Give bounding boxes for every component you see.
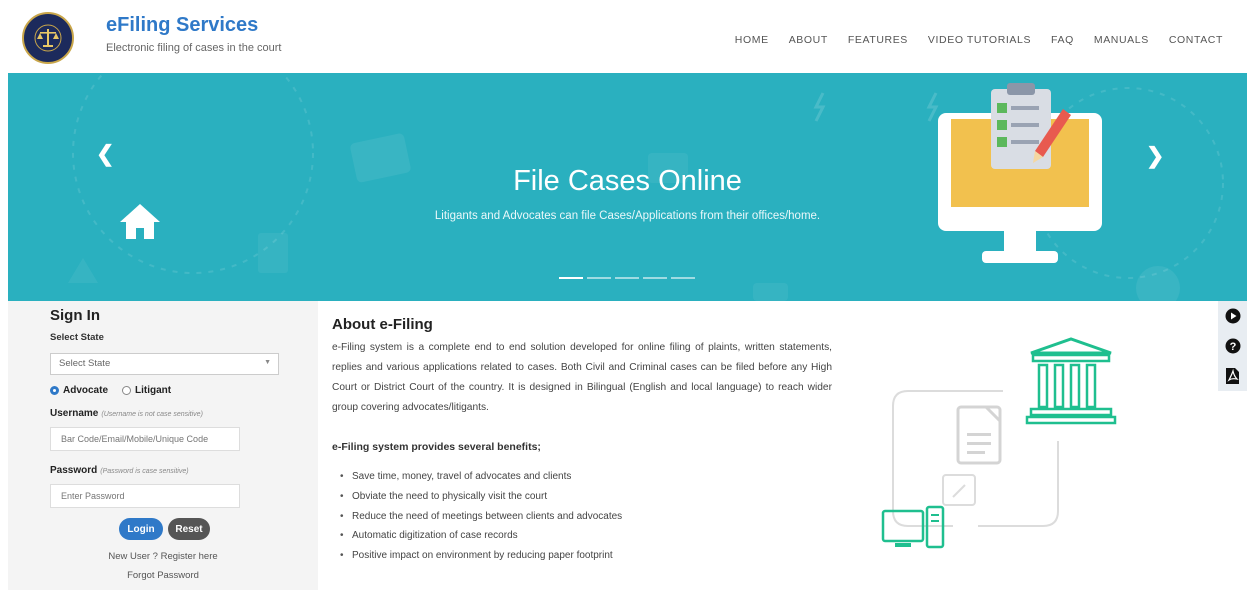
caret-down-icon: ▼: [264, 359, 271, 366]
username-label: Username (Username is not case sensitive): [50, 408, 203, 419]
carousel-indicator[interactable]: [587, 277, 611, 279]
play-circle-icon[interactable]: [1218, 301, 1247, 331]
login-button[interactable]: Login: [119, 518, 163, 540]
state-select-value: Select State: [59, 358, 111, 369]
nav-contact[interactable]: CONTACT: [1169, 34, 1223, 46]
monitor-clipboard-illustration: [938, 83, 1102, 263]
svg-text:?: ?: [1229, 341, 1236, 353]
list-item: Automatic digitization of case records: [332, 526, 622, 546]
list-item: Positive impact on environment by reduci…: [332, 546, 622, 566]
floating-side-icons: ?: [1218, 301, 1247, 391]
pdf-file-icon[interactable]: [1218, 361, 1247, 391]
about-section: About e-Filing e-Filing system is a comp…: [318, 301, 1218, 590]
nav-video-tutorials[interactable]: VIDEO TUTORIALS: [928, 34, 1031, 46]
benefits-heading: e-Filing system provides several benefit…: [332, 441, 541, 453]
court-emblem-logo[interactable]: [22, 12, 74, 64]
about-title: About e-Filing: [332, 316, 433, 333]
reset-button[interactable]: Reset: [168, 518, 210, 540]
state-label: Select State: [50, 332, 104, 343]
state-select[interactable]: Select State ▼: [50, 353, 279, 375]
register-link[interactable]: New User ? Register here: [8, 551, 318, 562]
main-nav: HOME ABOUT FEATURES VIDEO TUTORIALS FAQ …: [735, 34, 1223, 46]
advocate-radio[interactable]: [50, 386, 59, 395]
password-label-text: Password: [50, 465, 98, 476]
site-title[interactable]: eFiling Services: [106, 14, 258, 37]
site-subtitle: Electronic filing of cases in the court: [106, 42, 282, 54]
carousel-indicator[interactable]: [615, 277, 639, 279]
about-description: e-Filing system is a complete end to end…: [332, 342, 832, 413]
password-hint: (Password is case sensitive): [100, 468, 189, 475]
page-frame: eFiling Services Electronic filing of ca…: [8, 4, 1247, 590]
list-item: Obviate the need to physically visit the…: [332, 487, 622, 507]
password-label: Password (Password is case sensitive): [50, 465, 189, 476]
username-input[interactable]: [50, 427, 240, 451]
carousel-indicator[interactable]: [643, 277, 667, 279]
nav-features[interactable]: FEATURES: [848, 34, 908, 46]
hero-carousel: ❮ ❯ File Cases Online Litigants and Advo…: [8, 73, 1247, 301]
question-circle-icon[interactable]: ?: [1218, 331, 1247, 361]
litigant-radio[interactable]: [122, 386, 132, 395]
litigant-radio-label[interactable]: Litigant: [135, 385, 171, 396]
site-header: eFiling Services Electronic filing of ca…: [8, 4, 1247, 74]
role-radio-group: Advocate Litigant: [50, 385, 171, 396]
username-hint: (Username is not case sensitive): [101, 411, 203, 418]
carousel-prev-icon[interactable]: ❮: [96, 141, 114, 167]
carousel-indicator[interactable]: [559, 277, 583, 279]
password-input[interactable]: [50, 484, 240, 508]
nav-home[interactable]: HOME: [735, 34, 769, 46]
signin-title: Sign In: [50, 307, 100, 324]
nav-about[interactable]: ABOUT: [789, 34, 828, 46]
advocate-radio-label[interactable]: Advocate: [63, 385, 108, 396]
benefits-list: Save time, money, travel of advocates an…: [332, 467, 622, 566]
nav-manuals[interactable]: MANUALS: [1094, 34, 1149, 46]
username-label-text: Username: [50, 408, 99, 419]
nav-faq[interactable]: FAQ: [1051, 34, 1074, 46]
list-item: Save time, money, travel of advocates an…: [332, 467, 622, 487]
carousel-indicator[interactable]: [671, 277, 695, 279]
court-efiling-illustration: [881, 337, 1117, 549]
carousel-indicators: [559, 277, 695, 279]
signin-panel: Sign In Select State Select State ▼ Advo…: [8, 301, 318, 590]
list-item: Reduce the need of meetings between clie…: [332, 507, 622, 527]
forgot-password-link[interactable]: Forgot Password: [8, 570, 318, 581]
